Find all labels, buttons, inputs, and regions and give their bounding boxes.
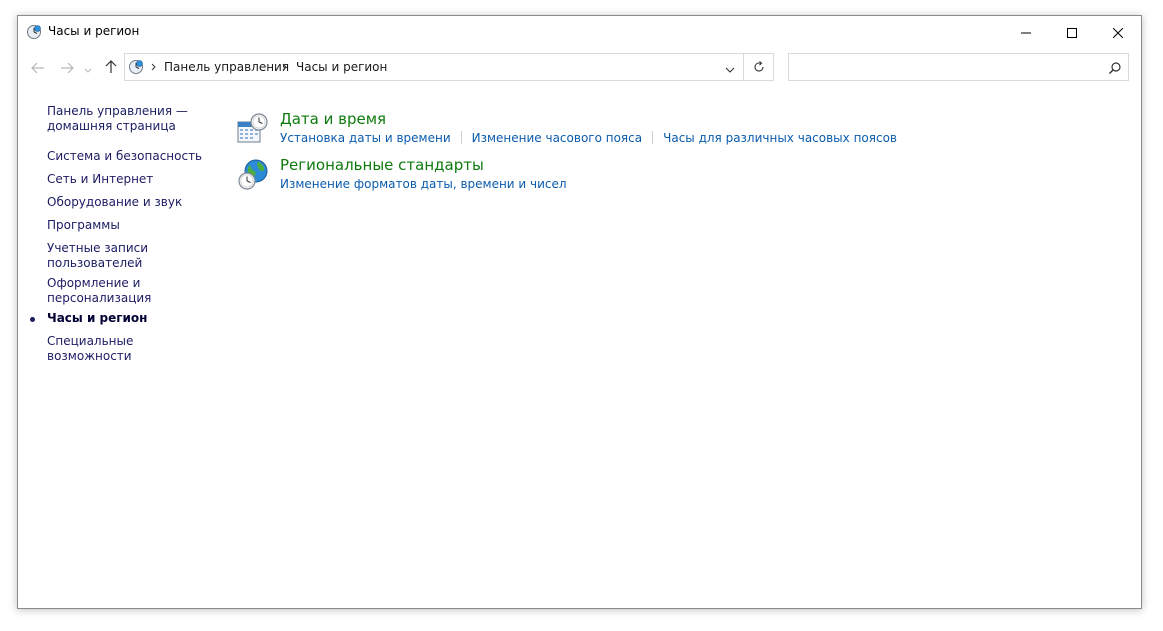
chevron-down-icon	[725, 58, 735, 77]
chevron-right-icon[interactable]	[279, 60, 289, 74]
desktop: Часы и регион Панель управления Часы и р…	[0, 0, 1163, 631]
globe-clock-icon[interactable]	[236, 158, 270, 192]
arrow-up-icon	[105, 59, 117, 78]
current-item-bullet	[30, 317, 35, 322]
search-box[interactable]	[788, 53, 1129, 81]
minimize-icon	[1021, 23, 1031, 42]
title-bar: Часы и регион	[18, 16, 1141, 48]
close-icon	[1112, 23, 1124, 42]
arrow-left-icon	[31, 59, 45, 78]
navigation-bar: Панель управления Часы и регион	[18, 48, 1141, 88]
clock-region-app-icon	[26, 24, 42, 40]
back-button[interactable]	[27, 57, 49, 79]
breadcrumb-control-panel[interactable]: Панель управления	[164, 60, 289, 74]
sidebar-item-user-accounts[interactable]: Учетные записи пользователей	[47, 241, 217, 271]
sidebar-item-hardware-sound[interactable]: Оборудование и звук	[47, 195, 217, 210]
sidebar-item-ease-of-access[interactable]: Специальные возможности	[47, 334, 217, 364]
arrow-right-icon	[60, 59, 74, 78]
date-time-links: Установка даты и времени Изменение часово…	[280, 131, 897, 145]
link-change-formats[interactable]: Изменение форматов даты, времени и чисел	[280, 177, 567, 191]
forward-button[interactable]	[56, 57, 78, 79]
sidebar-item-system-security[interactable]: Система и безопасность	[47, 149, 217, 164]
refresh-icon	[753, 58, 765, 77]
link-change-time-zone[interactable]: Изменение часового пояса	[472, 131, 642, 145]
chevron-right-icon[interactable]	[148, 60, 158, 74]
sidebar-item-control-panel-home[interactable]: Панель управления — домашняя страница	[47, 104, 217, 134]
link-additional-clocks[interactable]: Часы для различных часовых поясов	[663, 131, 897, 145]
close-button[interactable]	[1095, 16, 1141, 48]
maximize-icon	[1067, 23, 1077, 42]
minimize-button[interactable]	[1003, 16, 1049, 48]
sidebar-item-clock-region[interactable]: Часы и регион	[47, 311, 217, 326]
link-set-date-time[interactable]: Установка даты и времени	[280, 131, 451, 145]
link-divider	[652, 131, 654, 144]
address-bar[interactable]: Панель управления Часы и регион	[124, 53, 774, 81]
address-history-dropdown[interactable]	[717, 54, 743, 80]
link-divider	[460, 131, 462, 144]
maximize-button[interactable]	[1049, 16, 1095, 48]
sidebar-item-programs[interactable]: Программы	[47, 218, 217, 233]
calendar-clock-icon[interactable]	[236, 112, 270, 146]
recent-locations-button[interactable]	[81, 57, 95, 79]
chevron-down-icon	[84, 59, 92, 78]
refresh-button[interactable]	[743, 54, 773, 80]
category-title-date-time[interactable]: Дата и время	[280, 110, 386, 128]
sidebar-item-appearance-personalization[interactable]: Оформление и персонализация	[47, 276, 217, 306]
clock-region-location-icon	[128, 59, 144, 75]
search-icon[interactable]	[1108, 60, 1122, 74]
control-panel-window: Часы и регион Панель управления Часы и р…	[17, 15, 1142, 609]
sidebar-item-network-internet[interactable]: Сеть и Интернет	[47, 172, 217, 187]
region-links: Изменение форматов даты, времени и чисел	[280, 177, 567, 191]
breadcrumb-clock-region[interactable]: Часы и регион	[296, 60, 387, 74]
up-button[interactable]	[100, 57, 122, 79]
window-title: Часы и регион	[48, 24, 140, 38]
category-title-region[interactable]: Региональные стандарты	[280, 156, 484, 174]
search-input[interactable]	[795, 57, 1099, 79]
